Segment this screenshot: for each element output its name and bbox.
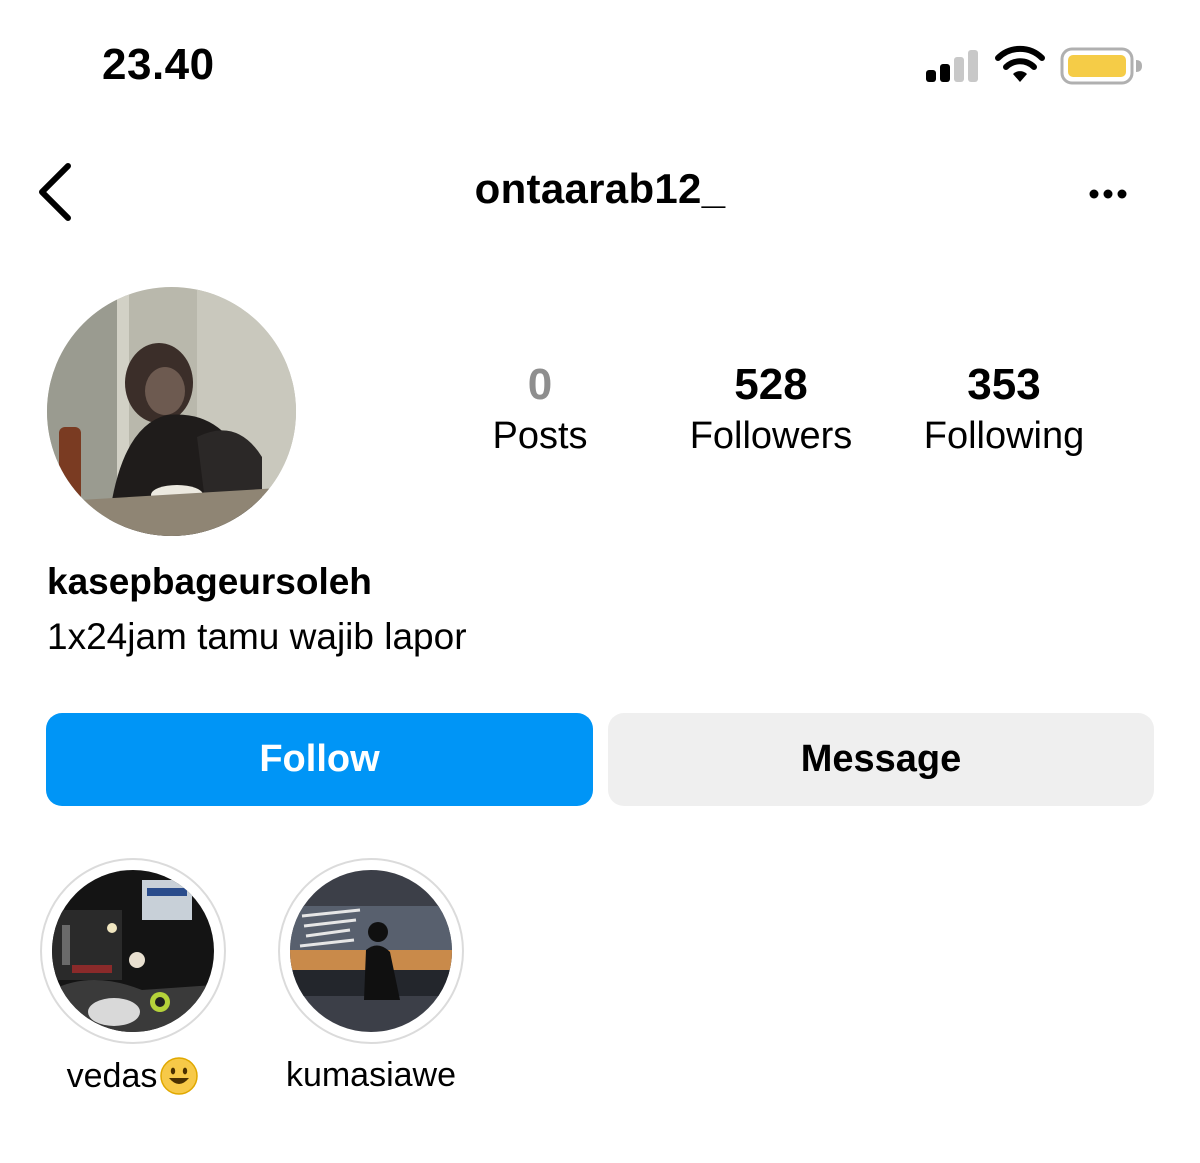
message-button[interactable]: Message xyxy=(608,713,1154,806)
more-horizontal-icon[interactable] xyxy=(1080,180,1136,208)
highlight-ring xyxy=(278,858,464,1044)
following-count: 353 xyxy=(967,360,1041,409)
profile-username: ontaarab12_ xyxy=(474,165,726,212)
stat-posts[interactable]: 0 Posts xyxy=(430,358,650,460)
wifi-icon xyxy=(995,45,1045,82)
battery-icon xyxy=(1060,47,1142,85)
followers-label: Followers xyxy=(689,415,853,457)
highlight-vedas[interactable]: vedas xyxy=(40,858,226,1096)
posts-label: Posts xyxy=(492,415,588,457)
follow-button[interactable]: Follow xyxy=(46,713,593,806)
profile-full-name: kasepbageursoleh xyxy=(47,561,372,602)
stat-followers[interactable]: 528 Followers xyxy=(661,358,881,460)
profile-avatar[interactable] xyxy=(47,287,296,536)
highlight-cover xyxy=(52,870,214,1032)
posts-count: 0 xyxy=(527,360,553,409)
smiley-emoji-icon xyxy=(160,1057,199,1095)
highlight-label: vedas xyxy=(66,1056,158,1095)
status-time: 23.40 xyxy=(102,40,215,89)
avatar-photo xyxy=(47,287,296,536)
highlight-label: kumasiawe xyxy=(285,1056,457,1094)
highlight-kumasiawe[interactable]: kumasiawe xyxy=(278,858,464,1095)
stat-following[interactable]: 353 Following xyxy=(894,358,1114,460)
profile-bio: 1x24jam tamu wajib lapor xyxy=(47,616,467,657)
highlight-ring xyxy=(40,858,226,1044)
highlight-cover xyxy=(290,870,452,1032)
following-label: Following xyxy=(923,415,1085,457)
followers-count: 528 xyxy=(734,360,808,409)
signal-bars-icon xyxy=(926,50,978,82)
